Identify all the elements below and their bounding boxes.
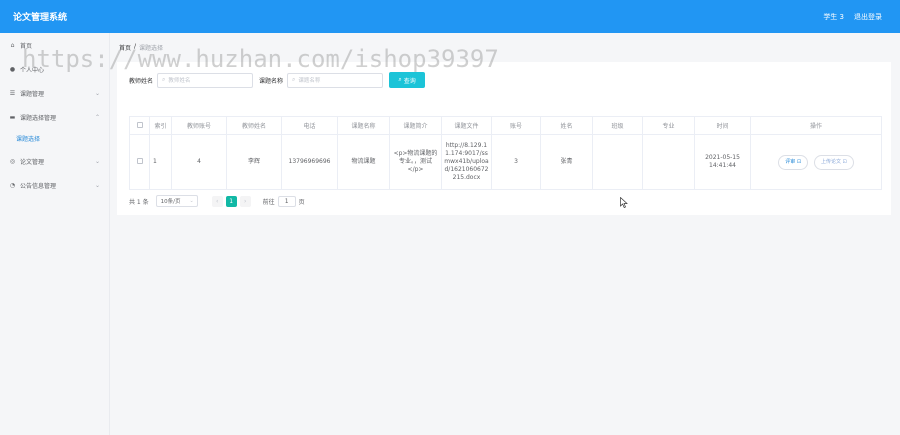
review-button[interactable]: 评审 ⊡ (778, 154, 809, 170)
user-icon: ● (9, 65, 16, 73)
sidebar-item-label: 课题管理 (20, 90, 45, 98)
column-header: 姓名 (540, 116, 593, 135)
cell-time: 2021-05-15 14:41:44 (694, 134, 751, 190)
sidebar-item-topic-manage[interactable]: ☰ 课题管理 ⌄ (0, 86, 110, 100)
sidebar-item-paper-manage[interactable]: ◎ 论文管理 ⌄ (0, 154, 110, 168)
cell-index: 1 (149, 134, 172, 190)
list-icon: ▬ (9, 113, 16, 121)
prev-page-button[interactable]: ‹ (211, 195, 223, 207)
select-all-checkbox[interactable] (129, 116, 150, 135)
goto-label: 前往 (262, 198, 275, 206)
search-icon: ⌕ (398, 76, 402, 83)
search-button[interactable]: ⌕ 查询 (389, 72, 426, 88)
bell-icon: ◔ (9, 181, 16, 189)
cell-topic-file: http://8.129.11.174:9017/ssmwx41b/upload… (441, 134, 492, 190)
table-header-row: 索引 教师账号 教师姓名 电话 课题名称 课题简介 课题文件 账号 姓名 班级 … (129, 116, 882, 135)
cell-teacher-name: 李辉 (226, 134, 282, 190)
topic-name-input[interactable]: ⌕ 课题名称 (287, 72, 384, 88)
sidebar-item-topic-select-manage[interactable]: ▬ 课题选择管理 ⌃ (0, 110, 110, 124)
page-size-select[interactable]: 10条/页 ⌄ (155, 195, 198, 207)
sidebar-item-label: 论文管理 (20, 158, 45, 166)
cell-account: 3 (491, 134, 541, 190)
sidebar-item-label: 个人中心 (20, 66, 45, 74)
sidebar-item-label: 课题选择管理 (20, 114, 57, 122)
logout-link[interactable]: 退出登录 (854, 12, 882, 22)
sidebar-item-label: 首页 (20, 42, 33, 50)
column-header: 课题名称 (337, 116, 390, 135)
breadcrumb-separator: / (134, 43, 137, 50)
column-header: 课题文件 (441, 116, 492, 135)
goto-page-input[interactable]: 1 (277, 195, 296, 207)
teacher-name-input[interactable]: ⌕ 教师姓名 (157, 72, 254, 88)
column-header: 班级 (592, 116, 643, 135)
search-button-label: 查询 (403, 77, 416, 85)
column-header: 电话 (281, 116, 338, 135)
sidebar-item-topic-select[interactable]: 课题选择 (0, 131, 110, 145)
breadcrumb: 首页 / 课题选择 (119, 43, 163, 52)
cell-topic-name: 物流课题 (337, 134, 390, 190)
column-header: 时间 (694, 116, 751, 135)
column-header: 专业 (642, 116, 695, 135)
table-row: 1 4 李辉 13796969696 物流课题 <p>物流课题的专业。，测试</… (129, 134, 882, 190)
pagination: 共 1 条 10条/页 ⌄ ‹ 1 › 前往 1 页 (129, 195, 305, 207)
cell-topic-intro: <p>物流课题的专业。，测试</p> (389, 134, 442, 190)
breadcrumb-current: 课题选择 (139, 45, 164, 52)
row-checkbox[interactable] (129, 134, 150, 190)
column-header: 课题简介 (389, 116, 442, 135)
current-user: 学生 3 (823, 12, 844, 21)
breadcrumb-home[interactable]: 首页 (119, 43, 131, 52)
doc-icon: ◎ (9, 157, 16, 165)
search-icon: ⌕ (162, 76, 166, 83)
chevron-down-icon: ⌄ (94, 157, 100, 165)
sidebar-item-profile[interactable]: ● 个人中心 (0, 62, 110, 76)
cell-major (642, 134, 695, 190)
topic-name-label: 课题名称 (259, 77, 284, 85)
teacher-name-label: 教师姓名 (129, 77, 154, 85)
mouse-cursor-icon (620, 197, 628, 208)
app-title: 论文管理系统 (13, 13, 68, 23)
cell-actions: 评审 ⊡ 上传论文 ⊡ (750, 134, 882, 190)
page-number-current[interactable]: 1 (225, 195, 237, 207)
search-bar: 教师姓名 ⌕ 教师姓名 课题名称 ⌕ 课题名称 ⌕ 查询 (129, 72, 426, 88)
column-header: 账号 (491, 116, 541, 135)
home-icon: ⌂ (10, 41, 15, 49)
cell-class (592, 134, 643, 190)
top-header: 论文管理系统 学生 3 退出登录 (0, 0, 900, 33)
sidebar-item-home[interactable]: ⌂ 首页 (0, 38, 110, 52)
page-size-value: 10条/页 (160, 199, 181, 205)
teacher-name-placeholder: 教师姓名 (168, 78, 191, 84)
column-header: 教师账号 (171, 116, 227, 135)
topic-table: 索引 教师账号 教师姓名 电话 课题名称 课题简介 课题文件 账号 姓名 班级 … (129, 116, 882, 190)
chevron-down-icon: ⌄ (94, 89, 100, 97)
upload-paper-button[interactable]: 上传论文 ⊡ (813, 154, 854, 170)
sidebar-item-label: 课题选择 (16, 135, 41, 143)
goto-unit: 页 (298, 198, 305, 206)
cell-teacher-account: 4 (171, 134, 227, 190)
search-icon: ⌕ (292, 76, 296, 83)
chevron-down-icon: ⌄ (189, 198, 194, 204)
chevron-up-icon: ⌃ (94, 113, 100, 121)
column-header: 教师姓名 (226, 116, 282, 135)
list-icon: ☰ (9, 89, 16, 97)
chevron-down-icon: ⌄ (94, 181, 100, 189)
total-count: 共 1 条 (129, 198, 149, 206)
next-page-button[interactable]: › (239, 195, 251, 207)
column-header: 索引 (149, 116, 172, 135)
sidebar-item-label: 公告信息管理 (20, 182, 57, 190)
sidebar: ⌂ 首页 ● 个人中心 ☰ 课题管理 ⌄ ▬ 课题选择管理 ⌃ 课题选择 ◎ 论… (0, 33, 110, 435)
topic-name-placeholder: 课题名称 (298, 78, 321, 84)
sidebar-item-notice-manage[interactable]: ◔ 公告信息管理 ⌄ (0, 178, 110, 192)
column-header: 操作 (750, 116, 882, 135)
cell-name: 张青 (540, 134, 593, 190)
cell-phone: 13796969696 (281, 134, 338, 190)
header-right: 学生 3 退出登录 (823, 12, 882, 22)
